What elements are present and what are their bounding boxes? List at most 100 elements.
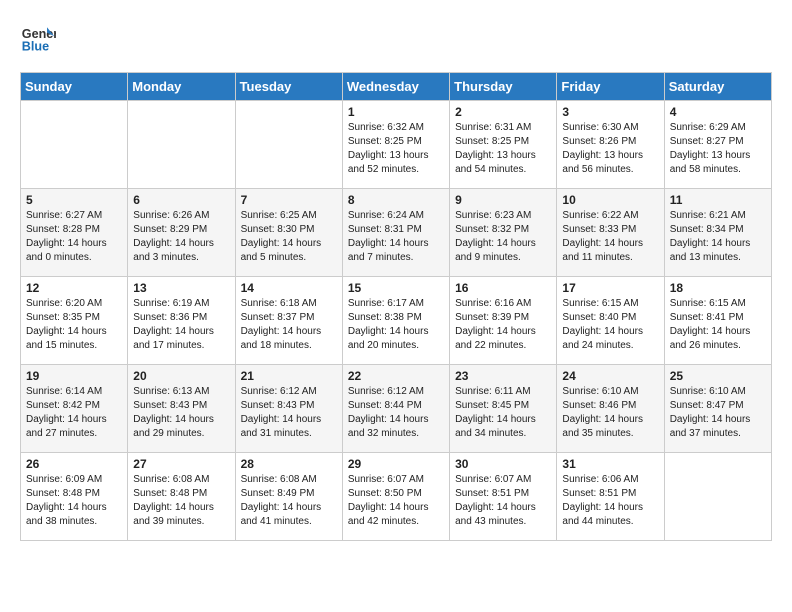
day-number: 3	[562, 105, 658, 119]
calendar-cell: 31 Sunrise: 6:06 AM Sunset: 8:51 PM Dayli…	[557, 453, 664, 541]
col-header-wednesday: Wednesday	[342, 73, 449, 101]
col-header-tuesday: Tuesday	[235, 73, 342, 101]
logo-icon: General Blue	[20, 20, 56, 56]
col-header-thursday: Thursday	[450, 73, 557, 101]
day-number: 28	[241, 457, 337, 471]
col-header-friday: Friday	[557, 73, 664, 101]
day-number: 29	[348, 457, 444, 471]
calendar-cell: 23Sunrise: 6:11 AM Sunset: 8:45 PM Dayli…	[450, 365, 557, 453]
calendar-header-row: SundayMondayTuesdayWednesdayThursdayFrid…	[21, 73, 772, 101]
day-number: 27	[133, 457, 229, 471]
calendar-cell	[235, 101, 342, 189]
day-number: 10	[562, 193, 658, 207]
day-info: Sunrise: 6:08 AM Sunset: 8:49 PM Dayligh…	[241, 473, 337, 529]
day-number: 16	[455, 281, 551, 295]
day-info: Sunrise: 6:12 AM Sunset: 8:44 PM Dayligh…	[348, 385, 444, 441]
day-number: 20	[133, 369, 229, 383]
calendar-cell: 2 Sunrise: 6:31 AM Sunset: 8:25 PM Daylig…	[450, 101, 557, 189]
day-info: Sunrise: 6:11 AM Sunset: 8:45 PM Dayligh…	[455, 385, 551, 441]
calendar-cell: 29 Sunrise: 6:07 AM Sunset: 8:50 PM Dayli…	[342, 453, 449, 541]
day-info: Sunrise: 6:23 AM Sunset: 8:32 PM Dayligh…	[455, 209, 551, 265]
day-info: Sunrise: 6:10 AM Sunset: 8:46 PM Dayligh…	[562, 385, 658, 441]
calendar-cell: 13 Sunrise: 6:19 AM Sunset: 8:36 PM Dayli…	[128, 277, 235, 365]
calendar-cell: 30Sunrise: 6:07 AM Sunset: 8:51 PM Dayli…	[450, 453, 557, 541]
day-info: Sunrise: 6:15 AM Sunset: 8:40 PM Dayligh…	[562, 297, 658, 353]
calendar-cell: 18Sunrise: 6:15 AM Sunset: 8:41 PM Dayli…	[664, 277, 771, 365]
calendar-cell: 1 Sunrise: 6:32 AM Sunset: 8:25 PM Daylig…	[342, 101, 449, 189]
col-header-saturday: Saturday	[664, 73, 771, 101]
calendar-cell: 28 Sunrise: 6:08 AM Sunset: 8:49 PM Dayli…	[235, 453, 342, 541]
calendar-table: SundayMondayTuesdayWednesdayThursdayFrid…	[20, 72, 772, 541]
day-number: 2	[455, 105, 551, 119]
day-number: 17	[562, 281, 658, 295]
day-info: Sunrise: 6:07 AM Sunset: 8:50 PM Dayligh…	[348, 473, 444, 529]
calendar-week-row: 1 Sunrise: 6:32 AM Sunset: 8:25 PM Daylig…	[21, 101, 772, 189]
day-number: 8	[348, 193, 444, 207]
day-info: Sunrise: 6:08 AM Sunset: 8:48 PM Dayligh…	[133, 473, 229, 529]
day-info: Sunrise: 6:22 AM Sunset: 8:33 PM Dayligh…	[562, 209, 658, 265]
day-number: 19	[26, 369, 122, 383]
day-info: Sunrise: 6:25 AM Sunset: 8:30 PM Dayligh…	[241, 209, 337, 265]
calendar-cell: 11Sunrise: 6:21 AM Sunset: 8:34 PM Dayli…	[664, 189, 771, 277]
day-number: 22	[348, 369, 444, 383]
day-info: Sunrise: 6:10 AM Sunset: 8:47 PM Dayligh…	[670, 385, 766, 441]
calendar-cell: 15 Sunrise: 6:17 AM Sunset: 8:38 PM Dayli…	[342, 277, 449, 365]
calendar-week-row: 12 Sunrise: 6:20 AM Sunset: 8:35 PM Dayli…	[21, 277, 772, 365]
day-info: Sunrise: 6:15 AM Sunset: 8:41 PM Dayligh…	[670, 297, 766, 353]
calendar-cell	[128, 101, 235, 189]
day-info: Sunrise: 6:06 AM Sunset: 8:51 PM Dayligh…	[562, 473, 658, 529]
calendar-cell: 9 Sunrise: 6:23 AM Sunset: 8:32 PM Daylig…	[450, 189, 557, 277]
svg-text:Blue: Blue	[22, 40, 49, 54]
calendar-cell: 8 Sunrise: 6:24 AM Sunset: 8:31 PM Daylig…	[342, 189, 449, 277]
day-info: Sunrise: 6:14 AM Sunset: 8:42 PM Dayligh…	[26, 385, 122, 441]
day-info: Sunrise: 6:18 AM Sunset: 8:37 PM Dayligh…	[241, 297, 337, 353]
day-info: Sunrise: 6:30 AM Sunset: 8:26 PM Dayligh…	[562, 121, 658, 177]
calendar-cell: 7 Sunrise: 6:25 AM Sunset: 8:30 PM Daylig…	[235, 189, 342, 277]
calendar-cell: 4 Sunrise: 6:29 AM Sunset: 8:27 PM Daylig…	[664, 101, 771, 189]
day-number: 26	[26, 457, 122, 471]
calendar-cell: 27 Sunrise: 6:08 AM Sunset: 8:48 PM Dayli…	[128, 453, 235, 541]
day-info: Sunrise: 6:07 AM Sunset: 8:51 PM Dayligh…	[455, 473, 551, 529]
calendar-cell: 6 Sunrise: 6:26 AM Sunset: 8:29 PM Daylig…	[128, 189, 235, 277]
day-number: 12	[26, 281, 122, 295]
day-info: Sunrise: 6:29 AM Sunset: 8:27 PM Dayligh…	[670, 121, 766, 177]
day-info: Sunrise: 6:26 AM Sunset: 8:29 PM Dayligh…	[133, 209, 229, 265]
calendar-week-row: 5Sunrise: 6:27 AM Sunset: 8:28 PM Daylig…	[21, 189, 772, 277]
day-number: 11	[670, 193, 766, 207]
calendar-cell: 17 Sunrise: 6:15 AM Sunset: 8:40 PM Dayli…	[557, 277, 664, 365]
calendar-cell: 3 Sunrise: 6:30 AM Sunset: 8:26 PM Daylig…	[557, 101, 664, 189]
calendar-cell: 16Sunrise: 6:16 AM Sunset: 8:39 PM Dayli…	[450, 277, 557, 365]
day-number: 25	[670, 369, 766, 383]
day-number: 4	[670, 105, 766, 119]
calendar-cell: 20 Sunrise: 6:13 AM Sunset: 8:43 PM Dayli…	[128, 365, 235, 453]
col-header-monday: Monday	[128, 73, 235, 101]
calendar-cell: 21Sunrise: 6:12 AM Sunset: 8:43 PM Dayli…	[235, 365, 342, 453]
calendar-cell: 14Sunrise: 6:18 AM Sunset: 8:37 PM Dayli…	[235, 277, 342, 365]
day-info: Sunrise: 6:17 AM Sunset: 8:38 PM Dayligh…	[348, 297, 444, 353]
day-info: Sunrise: 6:20 AM Sunset: 8:35 PM Dayligh…	[26, 297, 122, 353]
day-info: Sunrise: 6:31 AM Sunset: 8:25 PM Dayligh…	[455, 121, 551, 177]
day-number: 5	[26, 193, 122, 207]
day-number: 6	[133, 193, 229, 207]
day-number: 7	[241, 193, 337, 207]
day-info: Sunrise: 6:09 AM Sunset: 8:48 PM Dayligh…	[26, 473, 122, 529]
day-number: 31	[562, 457, 658, 471]
calendar-cell: 26 Sunrise: 6:09 AM Sunset: 8:48 PM Dayli…	[21, 453, 128, 541]
calendar-cell: 12 Sunrise: 6:20 AM Sunset: 8:35 PM Dayli…	[21, 277, 128, 365]
calendar-cell: 10 Sunrise: 6:22 AM Sunset: 8:33 PM Dayli…	[557, 189, 664, 277]
calendar-cell: 19 Sunrise: 6:14 AM Sunset: 8:42 PM Dayli…	[21, 365, 128, 453]
day-number: 13	[133, 281, 229, 295]
day-info: Sunrise: 6:24 AM Sunset: 8:31 PM Dayligh…	[348, 209, 444, 265]
day-info: Sunrise: 6:13 AM Sunset: 8:43 PM Dayligh…	[133, 385, 229, 441]
calendar-week-row: 26 Sunrise: 6:09 AM Sunset: 8:48 PM Dayli…	[21, 453, 772, 541]
calendar-cell: 5Sunrise: 6:27 AM Sunset: 8:28 PM Daylig…	[21, 189, 128, 277]
col-header-sunday: Sunday	[21, 73, 128, 101]
day-info: Sunrise: 6:19 AM Sunset: 8:36 PM Dayligh…	[133, 297, 229, 353]
day-number: 24	[562, 369, 658, 383]
day-number: 15	[348, 281, 444, 295]
day-info: Sunrise: 6:32 AM Sunset: 8:25 PM Dayligh…	[348, 121, 444, 177]
calendar-cell: 24 Sunrise: 6:10 AM Sunset: 8:46 PM Dayli…	[557, 365, 664, 453]
day-number: 21	[241, 369, 337, 383]
day-number: 1	[348, 105, 444, 119]
day-number: 9	[455, 193, 551, 207]
